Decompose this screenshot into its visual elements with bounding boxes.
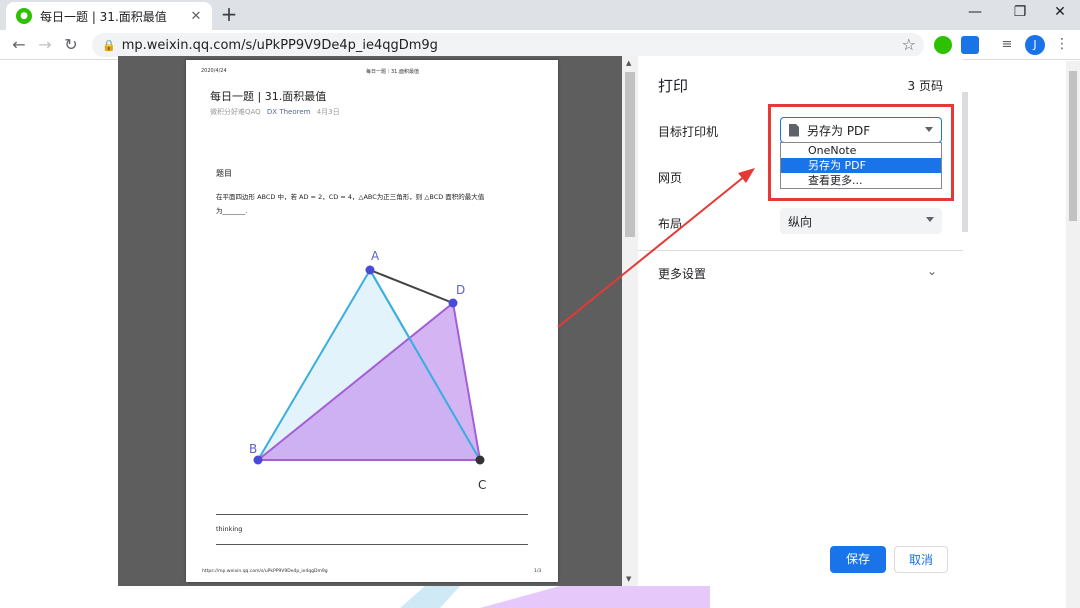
layout-caret-icon	[926, 217, 934, 222]
label-a: A	[371, 249, 380, 263]
layout-label: 布局	[658, 217, 683, 231]
problem-line-2: 为_______.	[216, 207, 248, 215]
print-preview-pane: 2020/4/24 每日一题｜31.面积最值 每日一题 | 31.面积最值 微积…	[118, 56, 638, 586]
page-count: 3 页码	[907, 79, 943, 93]
back-icon[interactable]: ←	[8, 34, 30, 56]
preview-author: 微积分好难QAQ	[210, 108, 261, 116]
preview-rule-top	[216, 514, 528, 515]
save-button[interactable]: 保存	[830, 546, 886, 573]
scroll-down-icon[interactable]: ▼	[626, 575, 631, 583]
chevron-down-icon[interactable]: ⌄	[927, 264, 937, 278]
reading-list-icon[interactable]: ≡	[996, 34, 1018, 56]
wechat-icon: ●	[16, 8, 32, 24]
close-window-button[interactable]: ✕	[1040, 4, 1080, 20]
settings-scrollbar[interactable]	[962, 92, 968, 232]
restore-button[interactable]: ❐	[1000, 4, 1040, 20]
scroll-up-icon[interactable]: ▲	[626, 59, 631, 67]
label-c: C	[478, 478, 486, 492]
url-text[interactable]: mp.weixin.qq.com/s/uPkPP9V9De4p_ie4qgDm9…	[122, 38, 438, 53]
preview-publish-date: 4月3日	[316, 108, 340, 116]
page-scrollbar[interactable]	[1066, 61, 1080, 608]
extension-icon[interactable]	[961, 36, 979, 54]
preview-section-heading: 题目	[216, 169, 232, 178]
annotation-highlight-box	[768, 104, 954, 201]
reload-icon[interactable]: ↻	[60, 34, 82, 56]
point-d	[448, 298, 458, 308]
preview-meta: 微积分好难QAQ DX Theorem 4月3日	[210, 107, 340, 117]
layout-value: 纵向	[788, 214, 813, 229]
preview-date: 2020/4/24	[201, 68, 227, 74]
tab-strip: ● 每日一题 | 31.面积最值 ✕ + — ❐ ✕	[0, 0, 1080, 30]
more-settings-toggle[interactable]: 更多设置	[658, 265, 706, 282]
point-b	[253, 455, 263, 465]
browser-tab[interactable]: ● 每日一题 | 31.面积最值 ✕	[6, 2, 212, 30]
destination-label: 目标打印机	[658, 125, 719, 139]
new-tab-button[interactable]: +	[218, 4, 240, 26]
point-a	[365, 265, 375, 275]
preview-footer-url: https://mp.weixin.qq.com/s/uPkPP9V9De4p_…	[202, 569, 328, 574]
address-bar[interactable]: 🔒 mp.weixin.qq.com/s/uPkPP9V9De4p_ie4qgD…	[92, 33, 924, 57]
minimize-button[interactable]: —	[955, 4, 995, 20]
layout-select[interactable]: 纵向	[780, 208, 942, 234]
preview-page: 2020/4/24 每日一题｜31.面积最值 每日一题 | 31.面积最值 微积…	[186, 60, 558, 582]
pages-label: 网页	[658, 171, 683, 185]
background-figure	[400, 586, 710, 608]
print-heading: 打印	[658, 77, 689, 95]
lock-icon: 🔒	[102, 38, 116, 52]
preview-rule-bottom	[216, 544, 528, 545]
forward-icon[interactable]: →	[34, 34, 56, 56]
label-b: B	[249, 442, 257, 456]
menu-kebab-icon[interactable]: ⋮	[1055, 36, 1069, 52]
geometry-figure: A B C D	[249, 249, 486, 492]
tab-close-icon[interactable]: ✕	[188, 9, 204, 24]
label-d: D	[456, 283, 465, 297]
preview-problem-text: 在平面四边形 ABCD 中，若 AD = 2，CD = 4，△ABC为正三角形，…	[216, 190, 530, 218]
preview-scroll-thumb[interactable]	[625, 72, 635, 237]
bookmark-star-icon[interactable]: ☆	[902, 35, 916, 54]
point-c	[475, 455, 485, 465]
profile-avatar[interactable]: J	[1025, 35, 1045, 55]
preview-account: DX Theorem	[266, 108, 311, 116]
tab-title: 每日一题 | 31.面积最值	[40, 9, 167, 24]
preview-running-title: 每日一题｜31.面积最值	[366, 69, 419, 75]
cancel-button[interactable]: 取消	[894, 546, 948, 573]
preview-page-number: 1/3	[534, 569, 542, 574]
preview-scrollbar[interactable]: ▲ ▼	[622, 56, 638, 586]
preview-thinking-heading: thinking	[216, 525, 243, 533]
page-scroll-thumb[interactable]	[1069, 71, 1077, 221]
settings-divider	[638, 250, 963, 251]
problem-line-1: 在平面四边形 ABCD 中，若 AD = 2，CD = 4，△ABC为正三角形，…	[216, 193, 485, 201]
preview-article-title: 每日一题 | 31.面积最值	[210, 90, 327, 103]
wechat-extension-icon[interactable]	[934, 36, 952, 54]
